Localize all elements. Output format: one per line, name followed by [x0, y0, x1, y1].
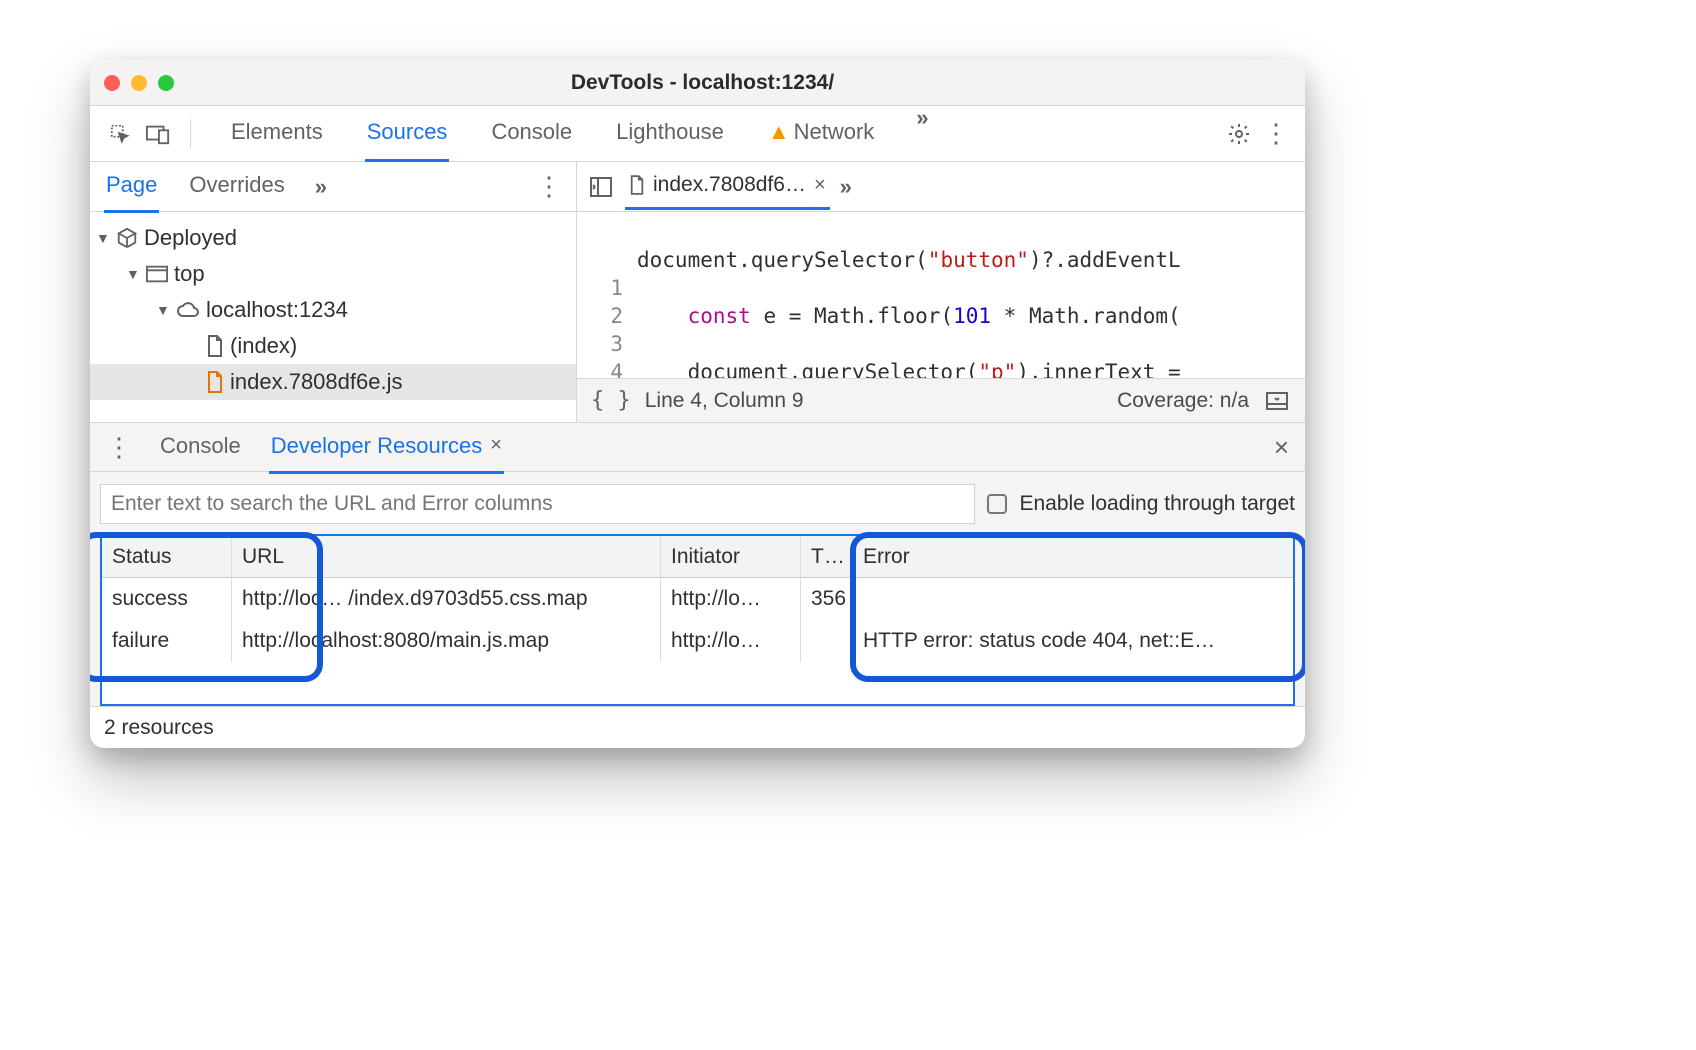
cloud-icon — [176, 301, 200, 319]
cell-status: success — [102, 578, 232, 620]
enable-loading-checkbox[interactable] — [987, 494, 1007, 514]
toggle-sidebar-icon[interactable] — [1263, 387, 1291, 415]
cell-t — [801, 620, 853, 662]
drawer-tab-devres-label: Developer Resources — [271, 433, 483, 459]
cell-initiator: http://lo… — [661, 620, 801, 662]
cell-t: 356 — [801, 578, 853, 620]
more-tabs-icon[interactable]: » — [916, 105, 928, 162]
table-header: Status URL Initiator T… Error — [102, 536, 1293, 578]
frame-icon — [146, 265, 168, 283]
enable-loading-label: Enable loading through target — [1019, 492, 1295, 516]
tree-file-selected[interactable]: index.7808df6e.js — [90, 364, 576, 400]
window-title: DevTools - localhost:1234/ — [174, 71, 1231, 95]
tree-file-label: index.7808df6e.js — [230, 369, 402, 395]
toggle-navigator-icon[interactable] — [587, 173, 615, 201]
kebab-menu-icon[interactable]: ⋮ — [1263, 118, 1289, 149]
cell-initiator: http://lo… — [661, 578, 801, 620]
col-url[interactable]: URL — [232, 536, 661, 577]
drawer-tab-devres[interactable]: Developer Resources × — [269, 421, 504, 474]
traffic-lights — [104, 75, 174, 91]
devtools-window: DevTools - localhost:1234/ Elements Sour… — [90, 60, 1305, 748]
drawer-tab-console[interactable]: Console — [158, 421, 243, 474]
table-row[interactable]: failure http://localhost:8080/main.js.ma… — [102, 620, 1293, 662]
close-button[interactable] — [104, 75, 120, 91]
cursor-position: Line 4, Column 9 — [645, 389, 804, 413]
editor-pane: index.7808df6… × » 12345 document.queryS… — [577, 162, 1305, 422]
navigator-tab-page[interactable]: Page — [104, 160, 159, 213]
editor-tabs: index.7808df6… × » — [577, 162, 1305, 212]
sources-panel: Page Overrides » ⋮ ▼ Deployed ▼ top — [90, 162, 1305, 422]
cell-url: http://localhost:8080/main.js.map — [232, 620, 661, 662]
editor-more-tabs-icon[interactable]: » — [840, 174, 852, 200]
col-error[interactable]: Error — [853, 536, 1293, 577]
navigator-more-icon[interactable]: » — [315, 174, 327, 200]
editor-file-tab-label: index.7808df6… — [653, 173, 806, 197]
drawer-body: Enable loading through target Status URL… — [90, 472, 1305, 706]
cube-icon — [116, 227, 138, 249]
close-tab-icon[interactable]: × — [814, 174, 826, 197]
tree-top[interactable]: ▼ top — [90, 256, 576, 292]
titlebar: DevTools - localhost:1234/ — [90, 60, 1305, 106]
tab-lighthouse[interactable]: Lighthouse — [614, 105, 726, 162]
tree-deployed-label: Deployed — [144, 225, 237, 251]
caret-down-icon: ▼ — [96, 230, 110, 246]
code-content: document.querySelector("button")?.addEve… — [637, 212, 1181, 378]
tree-index[interactable]: (index) — [90, 328, 576, 364]
drawer-tabs: ⋮ Console Developer Resources × × — [90, 422, 1305, 472]
code-editor[interactable]: 12345 document.querySelector("button")?.… — [577, 212, 1305, 378]
table-body: success http://loc… /index.d9703d55.css.… — [102, 578, 1293, 704]
maximize-button[interactable] — [158, 75, 174, 91]
tree-top-label: top — [174, 261, 205, 287]
col-status[interactable]: Status — [102, 536, 232, 577]
tab-network-label: Network — [794, 119, 875, 144]
cell-url: http://loc… /index.d9703d55.css.map — [232, 578, 661, 620]
js-file-icon — [206, 371, 224, 393]
drawer-kebab-icon[interactable]: ⋮ — [106, 432, 132, 463]
filter-row: Enable loading through target — [100, 482, 1295, 526]
tab-elements[interactable]: Elements — [229, 105, 325, 162]
url-filter-input[interactable] — [100, 484, 975, 524]
table-row-empty — [102, 662, 1293, 704]
settings-icon[interactable] — [1225, 120, 1253, 148]
caret-down-icon: ▼ — [156, 302, 170, 318]
resources-table: Status URL Initiator T… Error success ht… — [100, 534, 1295, 706]
navigator-pane: Page Overrides » ⋮ ▼ Deployed ▼ top — [90, 162, 577, 422]
file-icon — [206, 335, 224, 357]
file-icon — [629, 175, 645, 195]
caret-down-icon: ▼ — [126, 266, 140, 282]
tree-host[interactable]: ▼ localhost:1234 — [90, 292, 576, 328]
col-initiator[interactable]: Initiator — [661, 536, 801, 577]
inspect-icon[interactable] — [106, 120, 134, 148]
device-toolbar-icon[interactable] — [144, 120, 172, 148]
cell-error — [853, 578, 1293, 620]
line-gutter: 12345 — [577, 212, 637, 378]
navigator-kebab-icon[interactable]: ⋮ — [536, 171, 562, 202]
resource-count: 2 resources — [104, 716, 214, 740]
table-row[interactable]: success http://loc… /index.d9703d55.css.… — [102, 578, 1293, 620]
col-t[interactable]: T… — [801, 536, 853, 577]
tree-host-label: localhost:1234 — [206, 297, 348, 323]
editor-file-tab[interactable]: index.7808df6… × — [625, 163, 830, 210]
main-tabs: Elements Sources Console Lighthouse ▲Net… — [90, 106, 1305, 162]
coverage-status: Coverage: n/a — [1117, 389, 1249, 413]
close-drawer-tab-icon[interactable]: × — [490, 434, 502, 457]
tab-sources[interactable]: Sources — [365, 105, 450, 162]
minimize-button[interactable] — [131, 75, 147, 91]
navigator-tabs: Page Overrides » ⋮ — [90, 162, 576, 212]
warning-icon: ▲ — [768, 119, 790, 144]
tree-index-label: (index) — [230, 333, 297, 359]
tab-network[interactable]: ▲Network — [766, 105, 876, 162]
close-drawer-icon[interactable]: × — [1274, 432, 1289, 463]
cell-error: HTTP error: status code 404, net::E… — [853, 620, 1293, 662]
file-tree: ▼ Deployed ▼ top ▼ localhost:1234 (index… — [90, 212, 576, 422]
cell-status: failure — [102, 620, 232, 662]
pretty-print-icon[interactable]: { } — [591, 388, 631, 413]
divider — [190, 119, 191, 149]
drawer-footer: 2 resources — [90, 706, 1305, 748]
navigator-tab-overrides[interactable]: Overrides — [187, 160, 286, 213]
editor-status-bar: { } Line 4, Column 9 Coverage: n/a — [577, 378, 1305, 422]
tree-deployed[interactable]: ▼ Deployed — [90, 220, 576, 256]
tab-console[interactable]: Console — [489, 105, 574, 162]
